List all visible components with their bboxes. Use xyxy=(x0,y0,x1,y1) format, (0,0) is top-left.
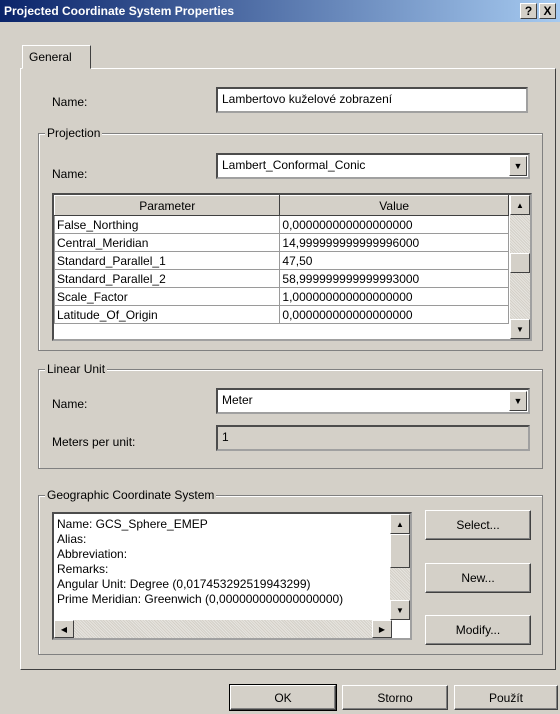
select-button[interactable]: Select... xyxy=(425,510,531,540)
column-header-value[interactable]: Value xyxy=(279,195,509,216)
parameter-grid[interactable]: Parameter Value False_Northing 0,00000000… xyxy=(52,193,532,341)
linear-unit-value: Meter xyxy=(222,393,253,407)
apply-button[interactable]: Použít xyxy=(454,685,558,710)
value-cell[interactable]: 0,000000000000000000 xyxy=(279,215,509,234)
table-row[interactable]: Central_Meridian 14,999999999999996000 xyxy=(54,233,509,252)
close-button[interactable]: X xyxy=(539,3,556,19)
value-cell[interactable]: 1,000000000000000000 xyxy=(279,287,509,306)
arrow-right-icon[interactable]: ▶ xyxy=(372,620,392,638)
chevron-down-icon[interactable]: ▼ xyxy=(509,391,527,411)
projection-name-value: Lambert_Conformal_Conic xyxy=(222,158,366,172)
parameter-scrollbar[interactable]: ▲ ▼ xyxy=(510,195,530,339)
ok-button[interactable]: OK xyxy=(229,684,337,711)
gcs-info-line: Alias: xyxy=(57,532,87,546)
column-header-parameter[interactable]: Parameter xyxy=(54,195,281,216)
arrow-down-icon[interactable]: ▼ xyxy=(390,600,410,620)
gcs-info-line: Prime Meridian: Greenwich (0,00000000000… xyxy=(57,592,344,606)
scroll-thumb[interactable] xyxy=(510,253,530,273)
gcs-info-line: Angular Unit: Degree (0,0174532925199432… xyxy=(57,577,311,591)
linear-unit-name-label: Name: xyxy=(52,397,88,411)
table-row[interactable]: False_Northing 0,000000000000000000 xyxy=(54,215,509,234)
cancel-button[interactable]: Storno xyxy=(342,685,448,710)
parameter-cell: False_Northing xyxy=(54,215,281,234)
table-row[interactable]: Scale_Factor 1,000000000000000000 xyxy=(54,287,509,306)
value-cell[interactable]: 58,999999999999993000 xyxy=(279,269,509,288)
help-button[interactable]: ? xyxy=(520,3,537,19)
projection-name-select[interactable]: Lambert_Conformal_Conic ▼ xyxy=(216,153,530,179)
arrow-up-icon[interactable]: ▲ xyxy=(510,195,530,215)
meters-per-unit-label: Meters per unit: xyxy=(52,435,136,449)
meters-per-unit-field: 1 xyxy=(216,425,530,451)
window-title: Projected Coordinate System Properties xyxy=(4,4,235,18)
projection-name-label: Name: xyxy=(52,167,88,181)
parameter-cell: Standard_Parallel_1 xyxy=(54,251,281,270)
arrow-left-icon[interactable]: ◀ xyxy=(54,620,74,638)
gcs-vertical-scrollbar[interactable]: ▲ ▼ xyxy=(390,514,410,620)
table-row[interactable]: Standard_Parallel_1 47,50 xyxy=(54,251,509,270)
parameter-cell: Latitude_Of_Origin xyxy=(54,305,281,324)
arrow-up-icon[interactable]: ▲ xyxy=(390,514,410,534)
scroll-thumb[interactable] xyxy=(390,534,410,568)
gcs-info-line: Remarks: xyxy=(57,562,109,576)
linear-unit-group-title: Linear Unit xyxy=(45,362,108,376)
gcs-horizontal-scrollbar[interactable]: ◀ ▶ xyxy=(54,620,392,638)
parameter-cell: Standard_Parallel_2 xyxy=(54,269,281,288)
title-bar: Projected Coordinate System Properties ?… xyxy=(0,0,560,22)
arrow-down-icon[interactable]: ▼ xyxy=(510,319,530,339)
value-cell[interactable]: 14,999999999999996000 xyxy=(279,233,509,252)
table-row[interactable]: Standard_Parallel_2 58,999999999999993000 xyxy=(54,269,509,288)
new-button[interactable]: New... xyxy=(425,563,531,593)
gcs-info-line: Name: GCS_Sphere_EMEP xyxy=(57,517,208,531)
chevron-down-icon[interactable]: ▼ xyxy=(509,156,527,176)
linear-unit-group: Linear Unit xyxy=(38,362,543,469)
modify-button[interactable]: Modify... xyxy=(425,615,531,645)
value-cell[interactable]: 47,50 xyxy=(279,251,509,270)
name-field[interactable]: Lambertovo kuželové zobrazení xyxy=(216,87,528,113)
gcs-group-title: Geographic Coordinate System xyxy=(45,488,217,502)
gcs-info-box[interactable]: Name: GCS_Sphere_EMEP Alias: Abbreviatio… xyxy=(52,512,412,640)
gcs-info-line: Abbreviation: xyxy=(57,547,128,561)
value-cell[interactable]: 0,000000000000000000 xyxy=(279,305,509,324)
parameter-cell: Central_Meridian xyxy=(54,233,281,252)
name-label: Name: xyxy=(52,95,88,109)
parameter-table: Parameter Value False_Northing 0,00000000… xyxy=(54,195,509,324)
parameter-cell: Scale_Factor xyxy=(54,287,281,306)
table-row[interactable]: Latitude_Of_Origin 0,000000000000000000 xyxy=(54,305,509,324)
linear-unit-select[interactable]: Meter ▼ xyxy=(216,388,530,414)
projection-group-title: Projection xyxy=(45,126,103,140)
tab-general[interactable]: General xyxy=(22,45,91,69)
